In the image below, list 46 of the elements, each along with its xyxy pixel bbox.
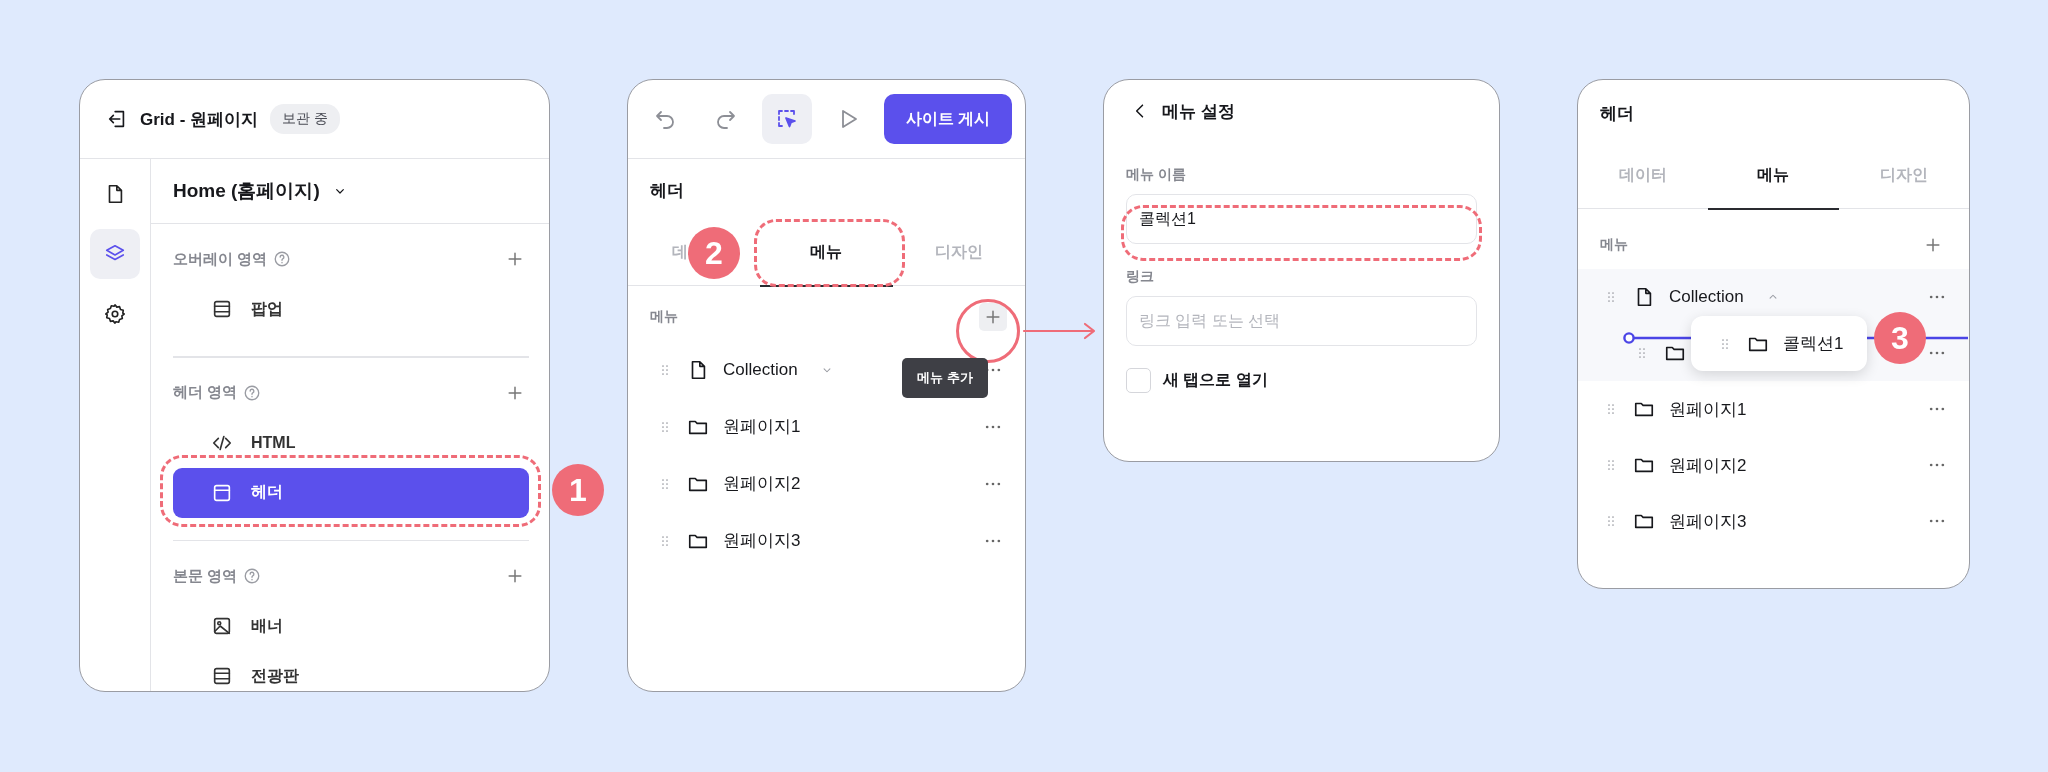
- field-label: 메뉴 이름: [1126, 166, 1187, 184]
- panel-title: 헤더: [649, 180, 685, 202]
- menu-item[interactable]: 원페이지3: [1669, 509, 1747, 533]
- status-badge: 보관 중: [270, 104, 340, 134]
- menu-item[interactable]: 원페이지1: [1669, 397, 1747, 421]
- help-icon: [243, 383, 262, 402]
- tab[interactable]: 메뉴: [1757, 165, 1790, 187]
- field-label: 링크: [1126, 268, 1155, 286]
- menu-item[interactable]: 원페이지1: [723, 415, 801, 438]
- section-title: 헤더 영역: [173, 383, 238, 402]
- menu-item[interactable]: 원페이지2: [723, 472, 801, 495]
- tooltip: 메뉴 추가: [902, 358, 988, 398]
- tab[interactable]: 메뉴: [810, 242, 843, 264]
- layer-item[interactable]: 전광판: [173, 651, 529, 691]
- input-field[interactable]: 콜렉션1: [1126, 194, 1477, 244]
- section-title: 오버레이 영역: [173, 249, 268, 269]
- drag-preview-card[interactable]: 콜렉션1: [1691, 316, 1867, 371]
- settings-icon: [104, 303, 126, 325]
- panel-icon: [211, 298, 233, 320]
- layer-item[interactable]: 팝업: [173, 284, 529, 334]
- help-icon: [243, 567, 262, 585]
- toolbar-button[interactable]: [762, 94, 812, 144]
- help-icon: [273, 250, 292, 268]
- layer-item[interactable]: 헤더: [173, 467, 529, 518]
- section-label: 메뉴: [1600, 236, 1628, 254]
- publish-button[interactable]: 사이트 게시: [884, 94, 1012, 144]
- checkbox[interactable]: [1126, 368, 1151, 393]
- menu-item[interactable]: Collection: [1669, 287, 1744, 307]
- panel-title: 헤더: [1599, 103, 1635, 125]
- input-field[interactable]: 링크 입력 또는 선택: [1126, 296, 1477, 346]
- menu-item[interactable]: 원페이지3: [723, 529, 801, 552]
- add-button[interactable]: [979, 303, 1007, 331]
- page-dropdown[interactable]: Home (홈페이지): [151, 159, 549, 224]
- image-icon: [211, 615, 233, 637]
- layer-item[interactable]: 배너: [173, 601, 529, 651]
- step-badge: 1: [552, 464, 604, 516]
- menu-item[interactable]: 원페이지2: [1669, 453, 1747, 477]
- project-title: Grid - 원페이지: [140, 108, 259, 131]
- checkbox-label: 새 탭으로 열기: [1163, 370, 1268, 390]
- panel-icon: [211, 665, 233, 687]
- panel-title: 메뉴 설정: [1162, 100, 1235, 123]
- layer-item[interactable]: HTML: [173, 417, 529, 468]
- menu-item: 콜렉션1: [1783, 333, 1844, 355]
- section-label: 메뉴: [650, 308, 678, 326]
- menu-item[interactable]: Collection: [723, 359, 798, 380]
- section-title: 본문 영역: [173, 566, 238, 586]
